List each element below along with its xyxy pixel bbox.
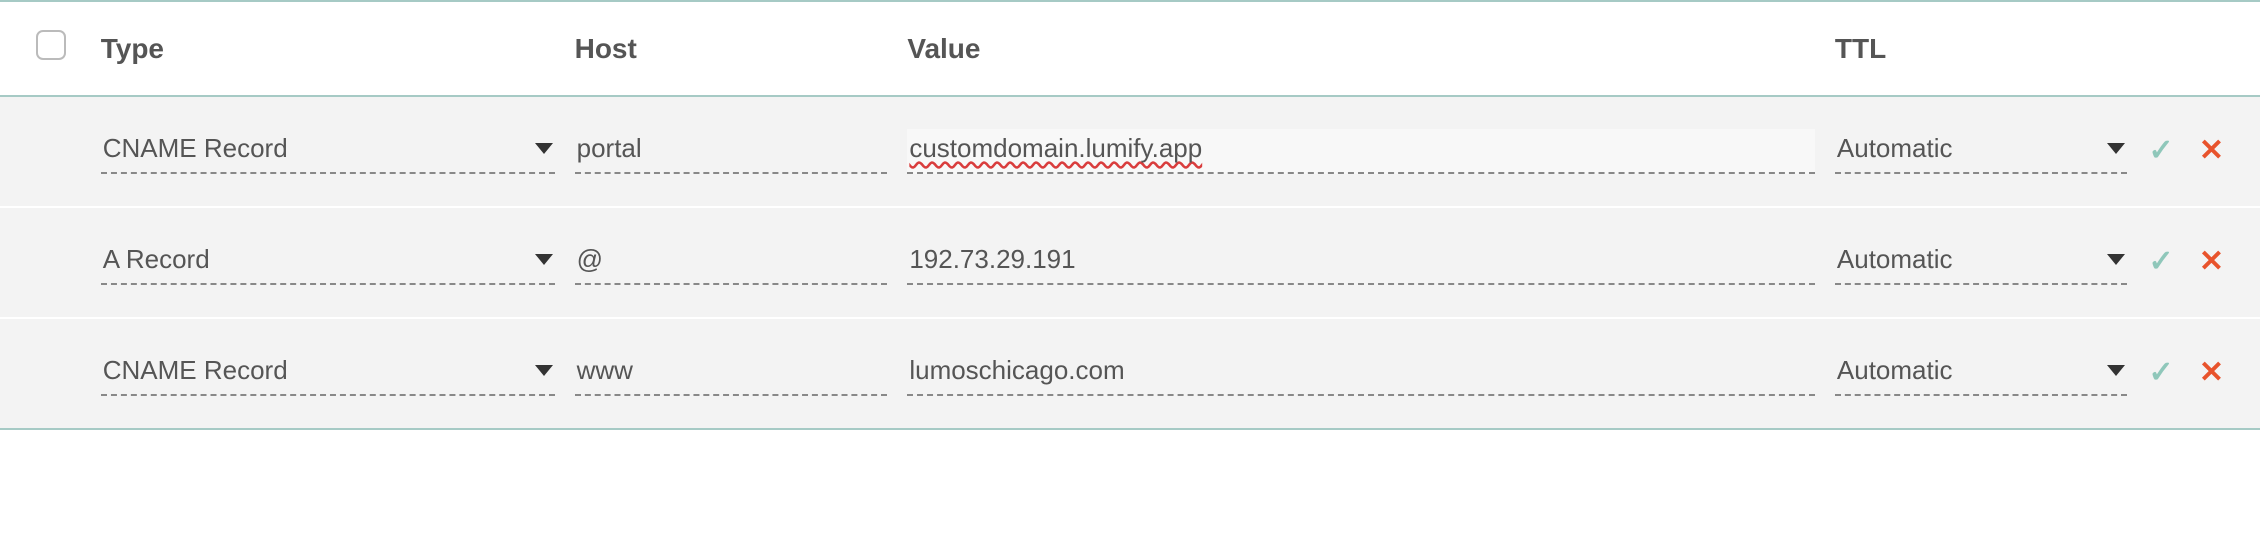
value-input-value: 192.73.29.191 [909,244,1813,275]
table-row: CNAME Record www lumoschicago.com Automa… [0,318,2260,429]
confirm-icon[interactable]: ✓ [2148,358,2173,388]
ttl-select[interactable]: Automatic [1835,240,2128,285]
type-select-label: CNAME Record [103,133,525,164]
confirm-icon[interactable]: ✓ [2148,247,2173,277]
host-input[interactable]: www [575,351,888,396]
column-header-host: Host [565,1,898,96]
ttl-select-label: Automatic [1837,355,2098,386]
column-header-value: Value [897,1,1825,96]
table-header-row: Type Host Value TTL [0,1,2260,96]
dns-records-table: Type Host Value TTL CNAME Record portal [0,0,2260,430]
confirm-icon[interactable]: ✓ [2148,136,2173,166]
value-input-value: customdomain.lumify.app [909,133,1202,163]
host-input-value: @ [577,244,886,275]
host-input-value: www [577,355,886,386]
ttl-select[interactable]: Automatic [1835,129,2128,174]
column-header-actions [2137,1,2260,96]
host-input[interactable]: portal [575,129,888,174]
column-header-type: Type [91,1,565,96]
type-select[interactable]: CNAME Record [101,351,555,396]
value-input-value: lumoschicago.com [909,355,1813,386]
chevron-down-icon [2107,143,2125,154]
column-header-ttl: TTL [1825,1,2138,96]
table-row: CNAME Record portal customdomain.lumify.… [0,96,2260,207]
type-select[interactable]: A Record [101,240,555,285]
type-select[interactable]: CNAME Record [101,129,555,174]
ttl-select-label: Automatic [1837,244,2098,275]
table-row: A Record @ 192.73.29.191 Automatic [0,207,2260,318]
delete-icon[interactable]: ✕ [2199,358,2224,388]
table-body: CNAME Record portal customdomain.lumify.… [0,96,2260,429]
ttl-select[interactable]: Automatic [1835,351,2128,396]
type-select-label: CNAME Record [103,355,525,386]
chevron-down-icon [535,365,553,376]
chevron-down-icon [535,254,553,265]
host-input[interactable]: @ [575,240,888,285]
ttl-select-label: Automatic [1837,133,2098,164]
value-input[interactable]: 192.73.29.191 [907,240,1815,285]
delete-icon[interactable]: ✕ [2199,247,2224,277]
chevron-down-icon [2107,365,2125,376]
chevron-down-icon [535,143,553,154]
chevron-down-icon [2107,254,2125,265]
delete-icon[interactable]: ✕ [2199,136,2224,166]
host-input-value: portal [577,133,886,164]
type-select-label: A Record [103,244,525,275]
select-all-checkbox[interactable] [36,30,66,60]
value-input[interactable]: lumoschicago.com [907,351,1815,396]
value-input[interactable]: customdomain.lumify.app [907,129,1815,174]
